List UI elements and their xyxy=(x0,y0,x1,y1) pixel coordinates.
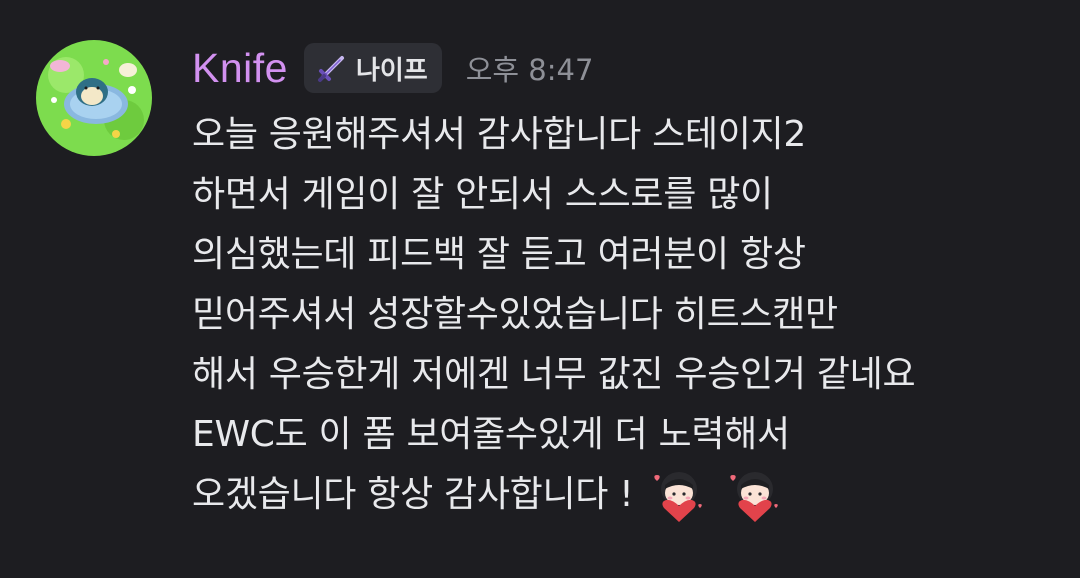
server-tag-label: 나이프 xyxy=(355,55,428,86)
chat-message: Knife 나이프 오후 8:47 오늘 응원해주셔서 감사합니다 스테이지2 … xyxy=(0,0,1080,578)
message-line: 하면서 게임이 잘 안되서 스스로를 많이 xyxy=(192,174,773,215)
snorlax-avatar-image xyxy=(36,40,152,156)
sword-icon xyxy=(317,56,344,82)
heart-chibi-emoji-image xyxy=(654,472,703,522)
message-line: 의심했는데 피드백 잘 듣고 여러분이 항상 xyxy=(192,234,806,275)
heart-chibi-emoji[interactable] xyxy=(649,465,709,525)
author-name[interactable]: Knife xyxy=(192,47,288,89)
user-avatar[interactable] xyxy=(36,40,152,156)
server-tag[interactable]: 나이프 xyxy=(303,43,442,93)
message-line: 해서 우승한게 저에겐 너무 값진 우승인거 같네요 xyxy=(192,354,916,395)
message-timestamp[interactable]: 오후 8:47 xyxy=(466,47,594,89)
message-content: 오늘 응원해주셔서 감사합니다 스테이지2 하면서 게임이 잘 안되서 스스로를… xyxy=(192,105,1072,525)
message-line: EWC도 이 폼 보여줄수있게 더 노력해서 xyxy=(192,414,790,455)
message-line: 믿어주셔서 성장할수있었습니다 히트스캔만 xyxy=(192,294,838,335)
message-line: 오늘 응원해주셔서 감사합니다 스테이지2 xyxy=(192,114,806,155)
message-header: Knife 나이프 오후 8:47 xyxy=(192,38,593,98)
heart-chibi-emoji[interactable] xyxy=(725,465,785,525)
heart-chibi-emoji-image xyxy=(730,472,779,522)
message-line: 오겠습니다 항상 감사합니다 ! xyxy=(192,474,634,515)
message-line-with-emoji: 오겠습니다 항상 감사합니다 ! xyxy=(192,465,1072,525)
